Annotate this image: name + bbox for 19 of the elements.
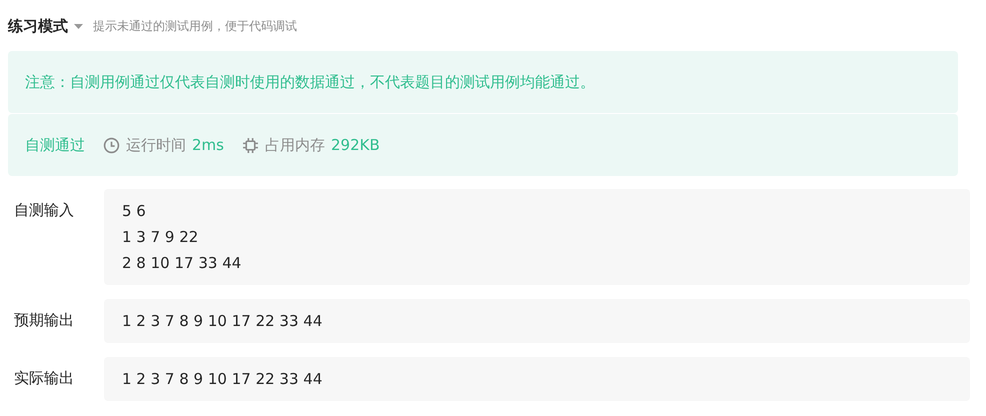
data-line: 1 3 7 9 22 bbox=[122, 227, 200, 248]
stat-label: 占用内存 bbox=[264, 136, 325, 154]
stat-value: 292KB bbox=[330, 136, 380, 154]
row-label: 自测输入 bbox=[13, 200, 75, 220]
data-line: 1 2 3 7 8 9 10 17 22 33 44 bbox=[122, 369, 324, 390]
data-line: 2 8 10 17 33 44 bbox=[122, 253, 242, 274]
hint-text: 提示未通过的测试用例，便于代码调试 bbox=[93, 18, 297, 34]
mode-dropdown[interactable]: 练习模式 bbox=[8, 16, 68, 36]
chip-icon bbox=[242, 136, 259, 154]
data-line: 5 6 bbox=[122, 201, 147, 222]
data-line: 1 2 3 7 8 9 10 17 22 33 44 bbox=[122, 311, 324, 332]
clock-icon bbox=[103, 136, 120, 154]
stat-value: 2ms bbox=[192, 136, 224, 154]
status-text: 自测通过 bbox=[25, 136, 85, 154]
caret-icon[interactable] bbox=[74, 24, 83, 28]
row-label: 实际输出 bbox=[13, 368, 75, 388]
stat-label: 运行时间 bbox=[126, 136, 186, 154]
notice-banner: 注意：自测用例通过仅代表自测时使用的数据通过，不代表题目的测试用例均能通过。 bbox=[8, 51, 958, 113]
row-label: 预期输出 bbox=[13, 310, 75, 330]
